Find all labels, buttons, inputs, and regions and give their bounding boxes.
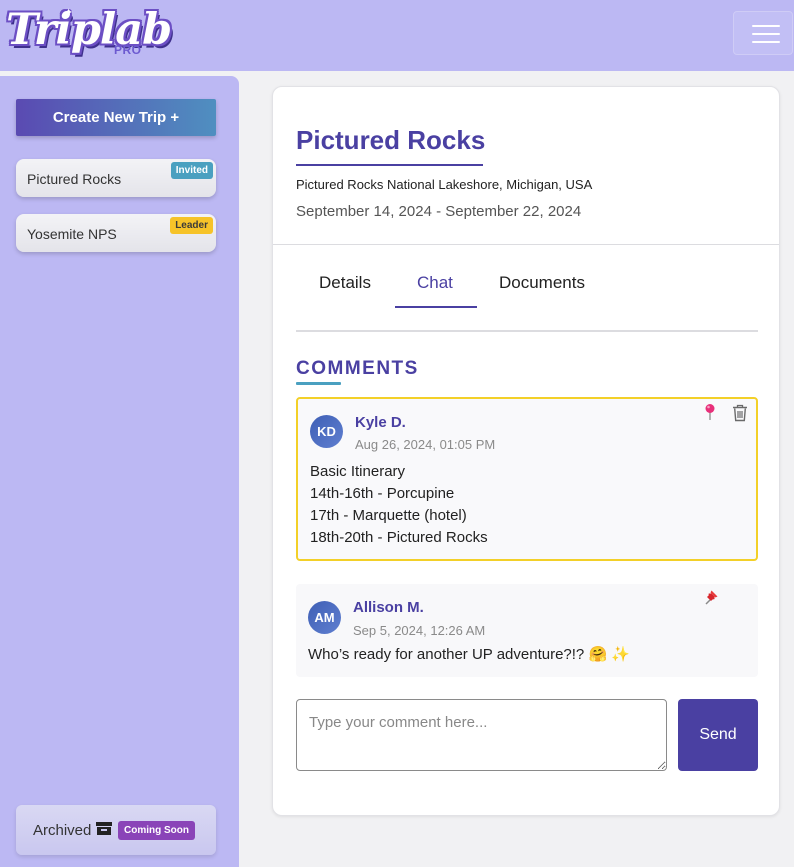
round-pushpin-icon[interactable] (703, 403, 717, 421)
comments-heading: COMMENTS (296, 358, 419, 379)
trip-location: Pictured Rocks National Lakeshore, Michi… (296, 177, 593, 192)
comment-author: Allison M. (353, 599, 424, 616)
logo-pro-label: PRO (114, 43, 142, 57)
logo-sparkle-icon: ✦ (64, 7, 74, 19)
hamburger-icon (752, 33, 780, 35)
hamburger-icon (752, 41, 780, 43)
comment-author: Kyle D. (355, 414, 406, 431)
avatar: KD (310, 415, 343, 448)
app-logo[interactable]: Triplab ✦ PRO (6, 3, 172, 65)
top-bar: Triplab ✦ PRO (0, 0, 794, 71)
trip-item-label: Yosemite NPS (27, 226, 117, 242)
comment-card: AM Allison M. Sep 5, 2024, 12:26 AM Who’… (296, 584, 758, 677)
coming-soon-badge: Coming Soon (118, 821, 195, 840)
sidebar-trip-pictured-rocks[interactable]: Pictured Rocks Invited (16, 159, 216, 197)
comment-line: 14th-16th - Porcupine (310, 485, 455, 502)
sidebar-trip-yosemite[interactable]: Yosemite NPS Leader (16, 214, 216, 252)
leader-badge: Leader (170, 217, 213, 234)
comment-line: 18th-20th - Pictured Rocks (310, 529, 488, 546)
hamburger-icon (752, 25, 780, 27)
comment-line: 17th - Marquette (hotel) (310, 507, 467, 524)
comment-body: Who’s ready for another UP adventure?!? … (308, 644, 630, 666)
archived-label: Archived (33, 822, 92, 839)
card-divider (273, 244, 779, 245)
tab-details[interactable]: Details (319, 273, 371, 293)
trash-icon[interactable] (732, 404, 748, 422)
archived-trips-button[interactable]: Archived Coming Soon (16, 805, 216, 855)
logo-text: Triplab (6, 5, 172, 55)
comment-body: Basic Itinerary 14th-16th - Porcupine 17… (310, 461, 488, 549)
sidebar: Create New Trip + Pictured Rocks Invited… (0, 76, 239, 867)
menu-button[interactable] (733, 11, 793, 55)
comments-heading-underline (296, 382, 341, 385)
tab-chat[interactable]: Chat (417, 273, 453, 293)
pushpin-icon[interactable] (702, 588, 720, 606)
invited-badge: Invited (170, 162, 213, 179)
comment-timestamp: Sep 5, 2024, 12:26 AM (353, 623, 486, 638)
trip-title: Pictured Rocks (296, 125, 486, 155)
trip-detail-card: Pictured Rocks Pictured Rocks National L… (272, 86, 780, 816)
trip-dates: September 14, 2024 - September 22, 2024 (296, 203, 582, 220)
comment-line: Basic Itinerary (310, 463, 406, 480)
active-tab-indicator (395, 306, 477, 308)
create-new-trip-button[interactable]: Create New Trip + (16, 99, 216, 136)
comment-card: KD Kyle D. Aug 26, 2024, 01:05 PM Basic … (296, 397, 758, 561)
comment-timestamp: Aug 26, 2024, 01:05 PM (355, 437, 496, 452)
avatar: AM (308, 601, 341, 634)
comment-line: Who’s ready for another UP adventure?!? … (308, 646, 630, 663)
tabs-divider (296, 330, 758, 332)
archive-box-icon (96, 822, 112, 835)
comment-input[interactable] (296, 699, 667, 771)
title-underline (296, 164, 483, 166)
tab-documents[interactable]: Documents (499, 273, 585, 293)
trip-item-label: Pictured Rocks (27, 171, 122, 187)
send-button[interactable]: Send (678, 699, 758, 771)
